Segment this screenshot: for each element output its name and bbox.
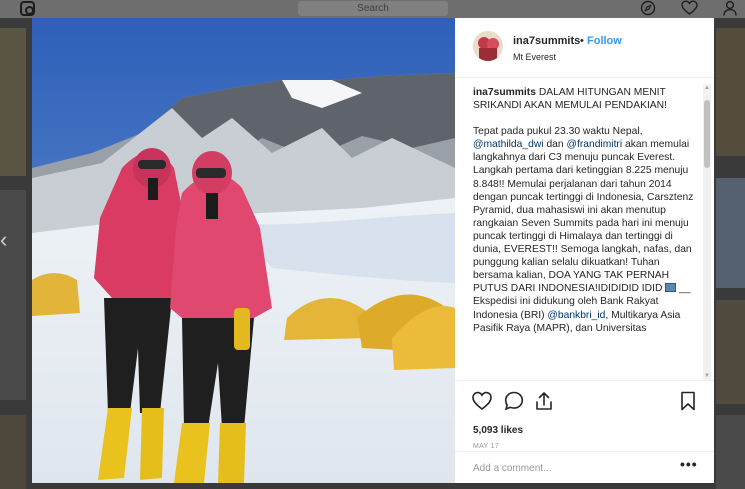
caption-scrollbar[interactable]: ▲ ▼ [703,84,711,380]
scrollbar-thumb[interactable] [704,100,710,168]
comment-input[interactable] [473,460,673,476]
caption-text: dan [546,139,564,151]
background-post-tile [716,415,745,489]
post-username[interactable]: ina7summits [513,35,580,47]
previous-post-arrow-icon[interactable]: ‹ [0,229,7,251]
background-post-tile [0,28,26,176]
separator-dot: • [580,35,584,47]
search-input[interactable]: Search [298,1,448,16]
background-post-tile [0,415,26,489]
post-detail-panel: ina7summits • Follow Mt Everest ina7summ… [455,18,714,483]
scroll-down-arrow-icon[interactable]: ▼ [704,372,710,380]
instagram-logo-icon[interactable] [20,1,35,16]
caption-author[interactable]: ina7summits [473,87,536,98]
caption-text: __ [679,283,691,295]
profile-icon[interactable] [722,0,738,20]
heart-icon[interactable] [681,0,698,20]
background-post-tile [716,300,745,404]
more-options-icon[interactable]: ••• [680,456,698,472]
background-post-tile [716,28,745,156]
top-navigation-bar: Search [0,0,745,18]
background-post-tile [0,190,26,400]
bookmark-icon[interactable] [677,390,699,412]
mention-link[interactable]: @frandimitri [567,139,623,150]
post-photo[interactable] [32,18,455,483]
mention-link[interactable]: @bankbri_id [547,310,605,321]
flag-emoji-text: IDIDIDID IDID [597,283,663,295]
follow-button[interactable]: Follow [587,35,622,47]
post-date: MAY 17 [473,443,500,450]
avatar[interactable] [473,31,503,61]
post-actions: 5,093 likes MAY 17 ••• [455,380,714,483]
post-location[interactable]: Mt Everest [513,52,556,62]
likes-count[interactable]: 5,093 likes [473,425,523,436]
caption-text: akan memulai langkahnya dari C3 menuju p… [473,139,694,295]
caption-text: Tepat pada pukul 23.30 waktu Nepal, [473,126,643,138]
background-post-tile [716,178,745,288]
comment-bubble-icon[interactable] [503,390,525,412]
compass-icon[interactable] [640,0,656,20]
post-caption: ina7summits DALAM HITUNGAN MENIT SRIKAND… [473,86,701,378]
share-icon[interactable] [533,390,555,412]
comment-bar: ••• [455,451,714,484]
scroll-up-arrow-icon[interactable]: ▲ [704,84,710,92]
like-heart-icon[interactable] [471,390,493,412]
mention-link[interactable]: @mathilda_dwi [473,139,544,150]
post-header: ina7summits • Follow Mt Everest [455,18,714,78]
flag-emoji-icon [665,283,677,293]
